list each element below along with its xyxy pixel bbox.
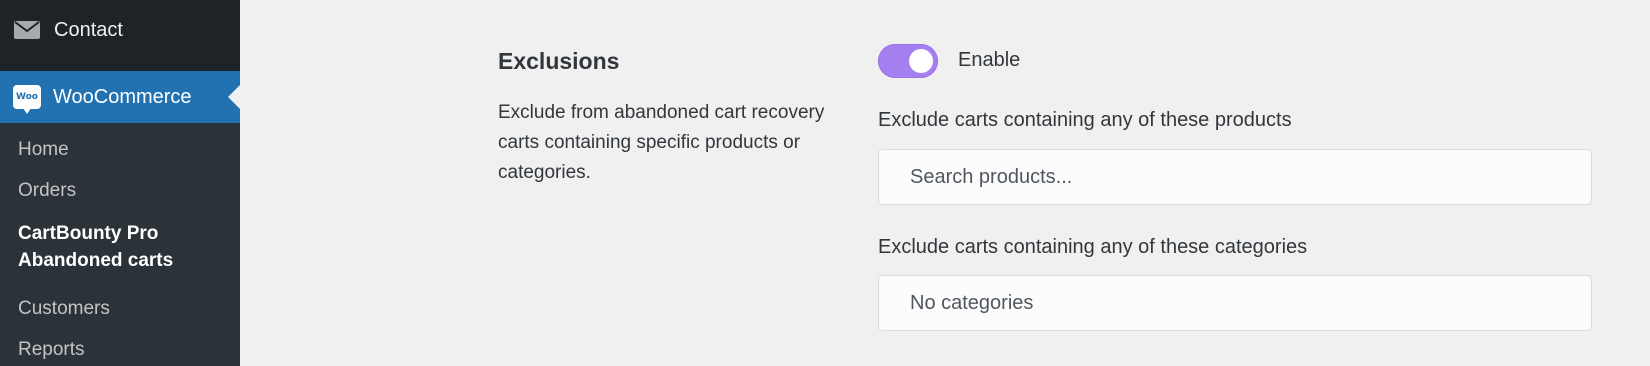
categories-select[interactable]: No categories [878, 275, 1592, 331]
products-search-placeholder: Search products... [910, 165, 1073, 188]
categories-value: No categories [910, 291, 1034, 314]
submenu-item-home[interactable]: Home [18, 139, 69, 161]
section-description: Exclude from abandoned cart recovery car… [498, 102, 825, 183]
submenu-item-reports[interactable]: Reports [18, 339, 85, 361]
envelope-icon [14, 21, 40, 39]
current-menu-arrow [228, 85, 240, 109]
sidebar-item-contact[interactable]: Contact [0, 0, 240, 60]
sidebar-item-woocommerce[interactable]: Woo WooCommerce [0, 71, 240, 123]
app: Contact Woo WooCommerce Home Orders Cart… [0, 0, 1650, 366]
products-search-input[interactable]: Search products... [878, 149, 1592, 205]
enable-label: Enable [958, 49, 1021, 71]
products-field-label: Exclude carts containing any of these pr… [878, 109, 1292, 131]
section-title: Exclusions [498, 48, 620, 74]
sidebar-item-label: WooCommerce [53, 85, 192, 108]
submenu-item-customers[interactable]: Customers [18, 298, 110, 320]
toggle-knob [909, 49, 933, 73]
enable-toggle[interactable] [878, 44, 938, 78]
woocommerce-icon: Woo [13, 85, 41, 114]
submenu-item-cartbounty[interactable]: CartBounty Pro Abandoned carts [18, 220, 218, 274]
categories-field-label: Exclude carts containing any of these ca… [878, 236, 1308, 258]
sidebar-item-label: Contact [54, 18, 123, 41]
admin-sidebar: Contact Woo WooCommerce Home Orders Cart… [0, 0, 240, 366]
submenu-item-orders[interactable]: Orders [18, 180, 76, 202]
